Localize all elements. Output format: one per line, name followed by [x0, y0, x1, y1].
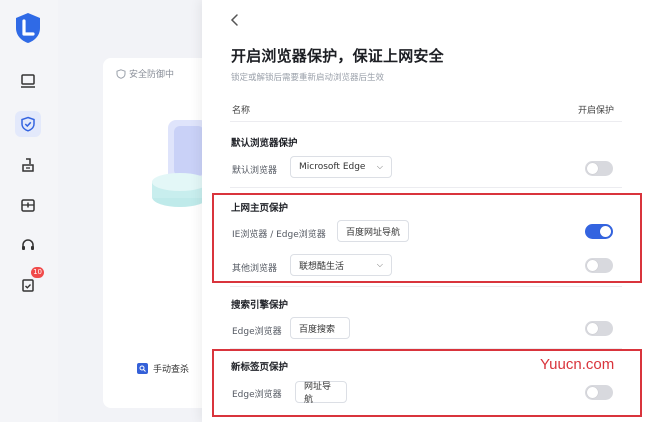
toggle-edge-search[interactable]	[585, 321, 613, 336]
headset-icon	[22, 239, 34, 250]
back-arrow-icon[interactable]	[228, 12, 242, 28]
clipboard-icon	[22, 279, 34, 292]
nav-cleanup[interactable]	[15, 152, 41, 178]
page-title: 开启浏览器保护，保证上网安全	[231, 47, 444, 65]
toolbox-icon	[21, 199, 35, 212]
edge-search-chip[interactable]: 百度搜索	[290, 317, 350, 339]
broom-icon	[22, 158, 34, 172]
section-title-default-browser: 默认浏览器保护	[231, 138, 298, 149]
shield-graphic-icon	[152, 120, 208, 207]
watermark-text: Yuucn.com	[540, 356, 615, 373]
header-divider	[230, 121, 622, 122]
section-divider	[230, 187, 622, 188]
nav-tasks[interactable]: 10	[15, 267, 44, 298]
defense-status-label: 安全防御中	[129, 70, 175, 80]
column-header-name: 名称	[232, 106, 251, 116]
section-divider	[230, 286, 622, 287]
notification-badge: 10	[31, 267, 44, 278]
highlight-box-homepage	[212, 193, 642, 283]
nav-protection[interactable]	[15, 111, 41, 137]
manual-scan-label: 手动查杀	[153, 365, 190, 375]
scan-icon	[137, 363, 148, 374]
nav-support[interactable]	[15, 232, 41, 258]
nav-toolbox[interactable]	[15, 192, 41, 218]
left-nav-rail: 10	[0, 0, 58, 422]
section-title-search-engine: 搜索引擎保护	[231, 300, 289, 311]
nav-computer[interactable]	[15, 68, 41, 94]
computer-icon	[21, 74, 35, 88]
row-label-default-browser: 默认浏览器	[232, 166, 278, 176]
defense-status: 安全防御中	[116, 67, 174, 80]
edge-search-value: 百度搜索	[299, 324, 336, 335]
chevron-down-icon: ⌵	[376, 162, 383, 171]
manual-scan-button[interactable]: 手动查杀	[137, 362, 189, 375]
page-subtitle: 锁定或解锁后需要重新启动浏览器后生效	[231, 73, 385, 83]
shield-icon	[21, 116, 35, 132]
row-label-edge-search: Edge浏览器	[232, 327, 282, 337]
default-browser-select[interactable]: Microsoft Edge ⌵	[290, 156, 392, 178]
default-browser-value: Microsoft Edge	[299, 162, 366, 172]
logo-icon	[16, 13, 40, 43]
column-header-toggle: 开启保护	[578, 106, 615, 116]
toggle-default-browser[interactable]	[585, 161, 613, 176]
shield-check-icon	[116, 68, 126, 79]
